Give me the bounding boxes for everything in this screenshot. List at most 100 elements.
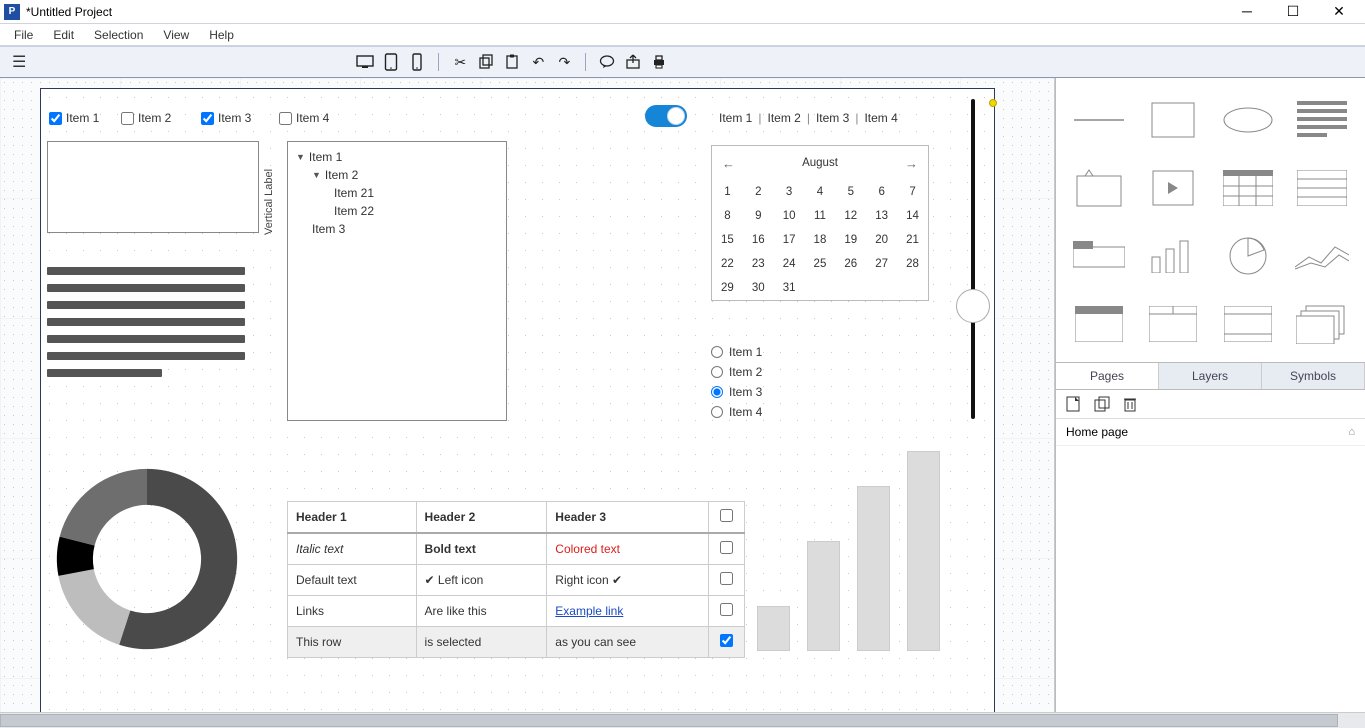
caret-down-icon[interactable]: ▼ bbox=[312, 170, 321, 180]
checkbox-item-1[interactable]: Item 1 bbox=[49, 111, 99, 125]
caret-down-icon[interactable]: ▼ bbox=[296, 152, 305, 162]
hamburger-icon[interactable]: ☰ bbox=[6, 52, 32, 72]
maximize-button[interactable]: ☐ bbox=[1279, 3, 1307, 20]
radio-item-1[interactable]: Item 1 bbox=[711, 345, 762, 359]
export-icon[interactable] bbox=[620, 50, 646, 74]
calendar-grid[interactable]: 1234567891011121314151617181920212223242… bbox=[712, 180, 928, 300]
calendar-day[interactable]: 25 bbox=[805, 252, 836, 276]
shape-line-chart[interactable] bbox=[1287, 226, 1357, 286]
scrollbar-thumb[interactable] bbox=[0, 714, 1338, 727]
radio-group[interactable]: Item 1 Item 2 Item 3 Item 4 bbox=[711, 345, 762, 425]
calendar-day[interactable]: 27 bbox=[866, 252, 897, 276]
tab-layers[interactable]: Layers bbox=[1159, 363, 1262, 389]
tablet-icon[interactable] bbox=[378, 50, 404, 74]
shape-pie[interactable] bbox=[1213, 226, 1283, 286]
calendar-day[interactable] bbox=[897, 276, 928, 300]
calendar-day[interactable]: 22 bbox=[712, 252, 743, 276]
copy-icon[interactable] bbox=[473, 50, 499, 74]
calendar-day[interactable]: 3 bbox=[774, 180, 805, 204]
radio-item-3[interactable]: Item 3 bbox=[711, 385, 762, 399]
calendar-day[interactable]: 23 bbox=[743, 252, 774, 276]
calendar-day[interactable] bbox=[866, 276, 897, 300]
shape-panel[interactable] bbox=[1213, 294, 1283, 354]
table-row[interactable]: This rowis selectedas you can see bbox=[288, 627, 745, 658]
shape-bars[interactable] bbox=[1138, 226, 1208, 286]
menu-file[interactable]: File bbox=[4, 26, 43, 44]
calendar-day[interactable]: 12 bbox=[835, 204, 866, 228]
textarea-widget[interactable] bbox=[47, 141, 259, 233]
toggle-switch[interactable] bbox=[645, 105, 687, 127]
tab-symbols[interactable]: Symbols bbox=[1262, 363, 1365, 389]
shape-window[interactable] bbox=[1064, 294, 1134, 354]
table-header[interactable]: Header 2 bbox=[416, 502, 547, 534]
shape-tabs[interactable] bbox=[1064, 226, 1134, 286]
canvas-area[interactable]: Item 1 Item 2 Item 3 Item 4 Vertical Lab… bbox=[0, 78, 1055, 712]
shape-ellipse[interactable] bbox=[1213, 90, 1283, 150]
calendar-day[interactable]: 28 bbox=[897, 252, 928, 276]
table-header[interactable]: Header 1 bbox=[288, 502, 417, 534]
checkbox-item-2[interactable]: Item 2 bbox=[121, 111, 171, 125]
calendar-day[interactable] bbox=[805, 276, 836, 300]
print-icon[interactable] bbox=[646, 50, 672, 74]
phone-icon[interactable] bbox=[404, 50, 430, 74]
calendar-day[interactable]: 15 bbox=[712, 228, 743, 252]
horizontal-scrollbar[interactable] bbox=[0, 712, 1365, 728]
canvas[interactable]: Item 1 Item 2 Item 3 Item 4 Vertical Lab… bbox=[40, 88, 995, 712]
calendar-day[interactable]: 18 bbox=[805, 228, 836, 252]
breadcrumb-item[interactable]: Item 3 bbox=[816, 111, 849, 125]
calendar-day[interactable]: 14 bbox=[897, 204, 928, 228]
checkbox-item-3[interactable]: Item 3 bbox=[201, 111, 251, 125]
menu-selection[interactable]: Selection bbox=[84, 26, 153, 44]
table-header-checkbox[interactable] bbox=[709, 502, 745, 534]
cut-icon[interactable]: ✂ bbox=[447, 50, 473, 74]
menu-view[interactable]: View bbox=[153, 26, 199, 44]
menu-help[interactable]: Help bbox=[199, 26, 244, 44]
calendar-day[interactable]: 1 bbox=[712, 180, 743, 204]
calendar-day[interactable]: 4 bbox=[805, 180, 836, 204]
slider-vertical[interactable] bbox=[971, 99, 975, 419]
calendar-day[interactable]: 16 bbox=[743, 228, 774, 252]
calendar-day[interactable]: 7 bbox=[897, 180, 928, 204]
calendar-day[interactable]: 24 bbox=[774, 252, 805, 276]
duplicate-page-icon[interactable] bbox=[1094, 396, 1110, 412]
calendar-day[interactable]: 21 bbox=[897, 228, 928, 252]
calendar-day[interactable]: 5 bbox=[835, 180, 866, 204]
shape-hr[interactable] bbox=[1064, 90, 1134, 150]
breadcrumb[interactable]: Item 1| Item 2| Item 3| Item 4 bbox=[719, 111, 898, 125]
shape-table[interactable] bbox=[1213, 158, 1283, 218]
calendar-day[interactable]: 11 bbox=[805, 204, 836, 228]
calendar-day[interactable]: 8 bbox=[712, 204, 743, 228]
slider-thumb[interactable] bbox=[956, 289, 990, 323]
minimize-button[interactable]: ─ bbox=[1233, 3, 1261, 20]
calendar-day[interactable]: 26 bbox=[835, 252, 866, 276]
redo-icon[interactable]: ↷ bbox=[551, 50, 577, 74]
bar-chart[interactable] bbox=[757, 451, 940, 651]
breadcrumb-item[interactable]: Item 1 bbox=[719, 111, 752, 125]
calendar-day[interactable]: 10 bbox=[774, 204, 805, 228]
breadcrumb-item[interactable]: Item 4 bbox=[864, 111, 897, 125]
shape-stack[interactable] bbox=[1287, 294, 1357, 354]
new-page-icon[interactable] bbox=[1066, 396, 1080, 412]
calendar-prev-icon[interactable]: ← bbox=[722, 156, 735, 171]
checkbox-item-4[interactable]: Item 4 bbox=[279, 111, 329, 125]
calendar-day[interactable]: 20 bbox=[866, 228, 897, 252]
radio-item-2[interactable]: Item 2 bbox=[711, 365, 762, 379]
page-item[interactable]: Home page ⌂ bbox=[1056, 419, 1365, 446]
calendar-day[interactable]: 29 bbox=[712, 276, 743, 300]
breadcrumb-item[interactable]: Item 2 bbox=[767, 111, 800, 125]
calendar-day[interactable]: 17 bbox=[774, 228, 805, 252]
tab-pages[interactable]: Pages bbox=[1056, 363, 1159, 389]
calendar-day[interactable]: 31 bbox=[774, 276, 805, 300]
menu-edit[interactable]: Edit bbox=[43, 26, 84, 44]
calendar-day[interactable]: 2 bbox=[743, 180, 774, 204]
close-button[interactable]: ✕ bbox=[1325, 3, 1353, 20]
shape-paragraph[interactable] bbox=[1287, 90, 1357, 150]
table-header[interactable]: Header 3 bbox=[547, 502, 709, 534]
calendar-day[interactable] bbox=[835, 276, 866, 300]
donut-chart[interactable] bbox=[49, 461, 245, 657]
tree-widget[interactable]: ▼Item 1 ▼Item 2 Item 21 Item 22 Item 3 bbox=[287, 141, 507, 421]
undo-icon[interactable]: ↶ bbox=[525, 50, 551, 74]
paste-icon[interactable] bbox=[499, 50, 525, 74]
table-row[interactable]: Default text✔ Left iconRight icon ✔ bbox=[288, 565, 745, 596]
calendar-next-icon[interactable]: → bbox=[905, 156, 918, 171]
